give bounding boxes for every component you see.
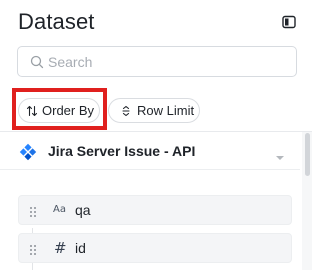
column-item-qa[interactable]: Aa qa: [18, 195, 292, 225]
sort-arrows-icon: [26, 105, 38, 117]
divider: [0, 131, 312, 132]
column-label: qa: [75, 202, 91, 218]
order-by-label: Order By: [42, 103, 95, 118]
row-limit-label: Row Limit: [137, 103, 195, 118]
panel-title: Dataset: [18, 9, 95, 34]
number-type-icon: #: [54, 239, 67, 257]
chevron-down-icon[interactable]: [275, 149, 285, 160]
dataset-panel: Dataset Order By: [0, 0, 312, 270]
search-box[interactable]: [17, 46, 297, 77]
search-icon: [30, 55, 44, 69]
drag-handle-icon[interactable]: [29, 243, 37, 255]
jira-icon: [19, 143, 37, 161]
column-label: id: [75, 240, 86, 256]
column-item-id[interactable]: # id: [18, 233, 292, 263]
scrollbar-thumb[interactable]: [305, 133, 310, 176]
search-input[interactable]: [48, 47, 288, 76]
data-source-header[interactable]: Jira Server Issue - API: [0, 138, 300, 168]
tree-guide-line: [32, 263, 33, 270]
sidebar-collapse-icon[interactable]: [282, 15, 296, 29]
string-type-icon: Aa: [53, 204, 66, 215]
row-limit-button[interactable]: Row Limit: [108, 98, 200, 123]
drag-handle-icon[interactable]: [29, 205, 37, 217]
data-source-name: Jira Server Issue - API: [48, 143, 196, 159]
order-by-button[interactable]: Order By: [18, 98, 100, 123]
divider: [0, 169, 300, 170]
row-limit-icon: [120, 105, 132, 117]
